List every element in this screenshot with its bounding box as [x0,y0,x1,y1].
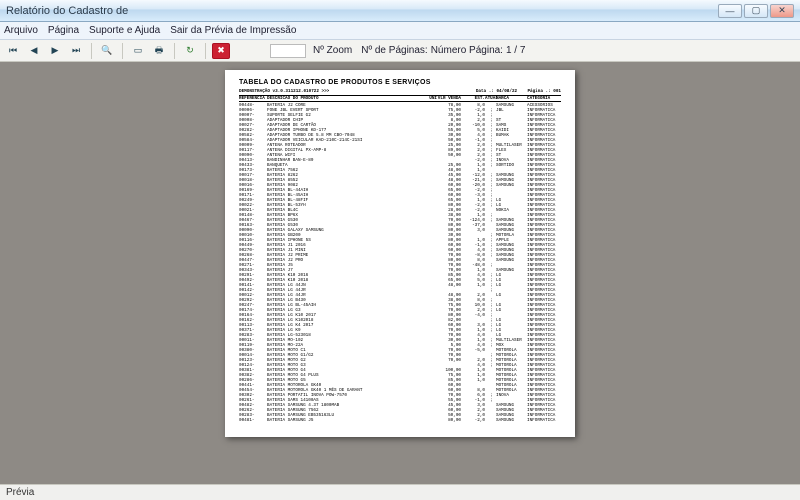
report-meta: Data .: 04/08/22 Página .: 001 [476,89,561,94]
toolbar: ⏮ ◀ ▶ ⏭ 🔍 ▭ 🖶 ↻ ✖ Nº Zoom Nº de Páginas:… [0,40,800,62]
status-text: Prévia [6,487,34,498]
hdr-est: EST. [461,96,485,101]
preview-workspace[interactable]: TABELA DO CADASTRO DE PRODUTOS E SERVIÇO… [0,62,800,484]
page-setup-button[interactable]: ▭ [129,43,147,59]
menu-arquivo[interactable]: Arquivo [4,25,38,36]
hdr-atual: ATUAL [485,96,493,101]
separator [205,43,206,59]
menu-suporte[interactable]: Suporte e Ajuda [89,25,160,36]
menu-sair[interactable]: Sair da Prévia de Impressão [170,25,296,36]
hdr-cat: CATEGORIA [527,96,561,101]
maximize-button[interactable]: ▢ [744,4,768,18]
zoom-label: Nº Zoom [313,45,352,56]
hdr-uni: UNI [423,96,437,101]
first-page-button[interactable]: ⏮ [4,43,22,59]
window-titlebar: Relatório do Cadastro de — ▢ ✕ [0,0,800,22]
window-title: Relatório do Cadastro de [6,5,128,17]
last-page-button[interactable]: ⏭ [67,43,85,59]
statusbar: Prévia [0,484,800,500]
export-button[interactable]: ↻ [181,43,199,59]
hdr-desc: DESCRICAO DO PRODUTO [267,96,423,101]
minimize-button[interactable]: — [718,4,742,18]
page-num-value: 1 / 7 [506,45,525,56]
pages-label: Nº de Páginas: [361,45,427,56]
zoom-tool-button[interactable]: 🔍 [98,43,116,59]
prev-page-button[interactable]: ◀ [25,43,43,59]
hdr-marca: MARCA [493,96,527,101]
close-preview-button[interactable]: ✖ [212,43,230,59]
report-title: TABELA DO CADASTRO DE PRODUTOS E SERVIÇO… [239,80,561,85]
separator [174,43,175,59]
print-button[interactable]: 🖶 [150,43,168,59]
demo-version: DEMONSTRAÇÃO v3.0.311212.010722 >>> [239,89,329,94]
report-page: TABELA DO CADASTRO DE PRODUTOS E SERVIÇO… [225,70,575,437]
page-num-label: Número Página: [431,45,503,56]
separator [122,43,123,59]
table-row: 00481-BATERIA SAMSUNG J580,00-2,0SAMSUNG… [239,418,561,423]
report-body: 00448-BATERIA J2 CORE78,008,0SAMSUNGACES… [239,103,561,423]
hdr-ref: REFERENCIA [239,96,267,101]
column-headers: REFERENCIA DESCRICAO DO PRODUTO UNI VLR … [239,96,561,103]
next-page-button[interactable]: ▶ [46,43,64,59]
menu-pagina[interactable]: Página [48,25,79,36]
menubar: Arquivo Página Suporte e Ajuda Sair da P… [0,22,800,40]
hdr-venda: VLR VENDA [437,96,461,101]
close-button[interactable]: ✕ [770,4,794,18]
separator [91,43,92,59]
zoom-input[interactable] [270,44,306,58]
